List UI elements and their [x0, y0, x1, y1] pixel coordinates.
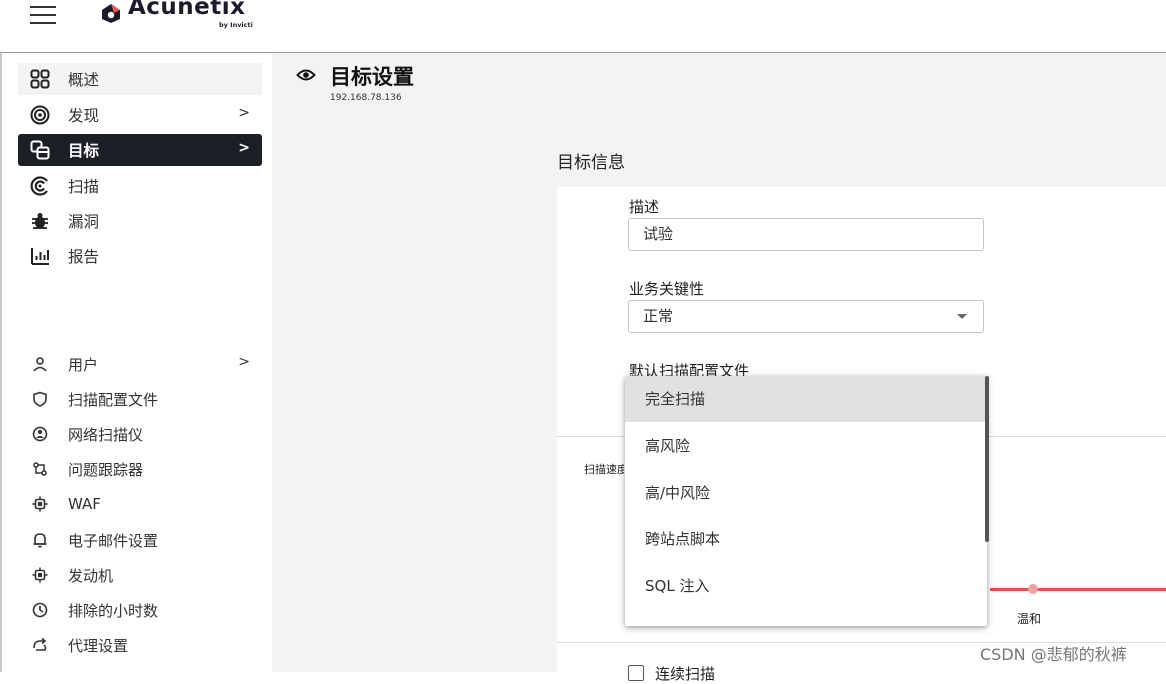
- chevron-right-icon: >: [238, 105, 250, 121]
- discovery-icon: [30, 105, 50, 125]
- sidebar-item-label: 排除的小时数: [68, 601, 159, 620]
- sidebar-item-proxy-settings[interactable]: 代理设置: [18, 629, 262, 661]
- page-header: 目标设置 192.168.78.136: [272, 53, 1166, 115]
- sidebar-item-discovery[interactable]: 发现 >: [18, 99, 262, 131]
- sidebar-item-label: 目标: [68, 142, 100, 160]
- sidebar-item-email-settings[interactable]: 电子邮件设置: [18, 524, 262, 556]
- logo-text: Acunetix: [128, 0, 246, 20]
- sidebar-item-label: 用户: [68, 355, 99, 374]
- sidebar-item-label: 漏洞: [68, 213, 100, 231]
- description-input[interactable]: 试验: [628, 218, 984, 251]
- scan-profile-dropdown-menu: 完全扫描 高风险 高/中风险 跨站点脚本 SQL 注入: [625, 376, 987, 626]
- sidebar-item-label: 概述: [68, 71, 100, 89]
- sidebar-item-label: 问题跟踪器: [68, 460, 144, 479]
- business-criticality-label: 业务关键性: [629, 280, 705, 298]
- sidebar-item-label: 报告: [68, 248, 100, 266]
- dropdown-option-full-scan[interactable]: 完全扫描: [625, 376, 985, 422]
- dropdown-option-high-medium-risk[interactable]: 高/中风险: [625, 470, 985, 516]
- page-title: 目标设置: [330, 65, 414, 89]
- watermark: CSDN @悲郁的秋裤: [980, 645, 1127, 664]
- sidebar: 概述 发现 > 目标 > 扫描 漏洞 报告 用户 > 扫描配置文件 网络扫描仪 …: [2, 53, 272, 672]
- sidebar-item-label: 发现: [68, 107, 100, 125]
- target-address: 192.168.78.136: [330, 93, 402, 103]
- sidebar-item-scans[interactable]: 扫描: [18, 170, 262, 202]
- sidebar-item-waf[interactable]: WAF: [18, 488, 262, 520]
- chip-icon: [32, 496, 48, 512]
- sidebar-item-targets[interactable]: 目标 >: [18, 134, 262, 166]
- sidebar-item-label: 代理设置: [68, 636, 129, 655]
- acunetix-logo-icon: [102, 4, 120, 23]
- sidebar-item-label: 电子邮件设置: [68, 531, 159, 550]
- targets-icon: [30, 140, 50, 160]
- scan-speed-value-label: 温和: [1017, 612, 1042, 626]
- sidebar-item-network-scanner[interactable]: 网络扫描仪: [18, 418, 262, 450]
- business-criticality-select[interactable]: 正常: [628, 300, 984, 333]
- user-icon: [32, 356, 48, 372]
- continuous-scan-checkbox[interactable]: [628, 665, 644, 681]
- sidebar-item-label: 扫描配置文件: [68, 390, 159, 409]
- bell-icon: [32, 532, 48, 548]
- top-bar: Acunetix by Invicti: [0, 0, 1166, 53]
- proxy-icon: [32, 637, 48, 653]
- engine-icon: [32, 567, 48, 583]
- section-title-target-info: 目标信息: [557, 153, 625, 173]
- sidebar-item-label: WAF: [68, 495, 101, 513]
- sidebar-item-label: 扫描: [68, 178, 100, 196]
- description-value: 试验: [643, 225, 674, 243]
- sidebar-item-vulnerabilities[interactable]: 漏洞: [18, 205, 262, 237]
- dropdown-option-high-risk[interactable]: 高风险: [625, 423, 985, 469]
- sidebar-item-issue-trackers[interactable]: 问题跟踪器: [18, 453, 262, 485]
- sidebar-item-excluded-hours[interactable]: 排除的小时数: [18, 594, 262, 626]
- bug-icon: [30, 211, 50, 231]
- dashboard-icon: [30, 69, 50, 89]
- logo-subtext: by Invicti: [219, 21, 253, 29]
- chevron-right-icon: >: [238, 140, 250, 156]
- network-scanner-icon: [32, 426, 48, 442]
- dropdown-option-sql-injection[interactable]: SQL 注入: [625, 563, 985, 609]
- sidebar-item-label: 网络扫描仪: [68, 425, 144, 444]
- shield-icon: [32, 391, 48, 407]
- sidebar-item-scan-profiles[interactable]: 扫描配置文件: [18, 383, 262, 415]
- chevron-down-icon: [957, 314, 967, 319]
- sidebar-item-reports[interactable]: 报告: [18, 240, 262, 272]
- chevron-right-icon: >: [238, 354, 250, 370]
- scan-speed-label: 扫描速度: [584, 463, 624, 476]
- sidebar-item-users[interactable]: 用户 >: [18, 348, 262, 380]
- hamburger-menu-icon[interactable]: [30, 6, 56, 26]
- continuous-scan-label: 连续扫描: [655, 665, 716, 683]
- business-criticality-value: 正常: [643, 307, 674, 325]
- scan-speed-slider-track[interactable]: [990, 588, 1166, 591]
- sidebar-item-overview[interactable]: 概述: [18, 63, 262, 95]
- clock-icon: [32, 602, 48, 618]
- eye-icon: [296, 69, 316, 81]
- report-icon: [30, 246, 50, 266]
- sidebar-item-label: 发动机: [68, 566, 114, 585]
- description-label: 描述: [629, 198, 660, 216]
- dropdown-option-xss[interactable]: 跨站点脚本: [625, 516, 985, 562]
- sidebar-item-engines[interactable]: 发动机: [18, 559, 262, 591]
- dropdown-scrollbar[interactable]: [985, 376, 989, 542]
- scan-speed-slider-handle[interactable]: [1028, 584, 1038, 594]
- scan-icon: [30, 176, 50, 196]
- issue-tracker-icon: [32, 461, 48, 477]
